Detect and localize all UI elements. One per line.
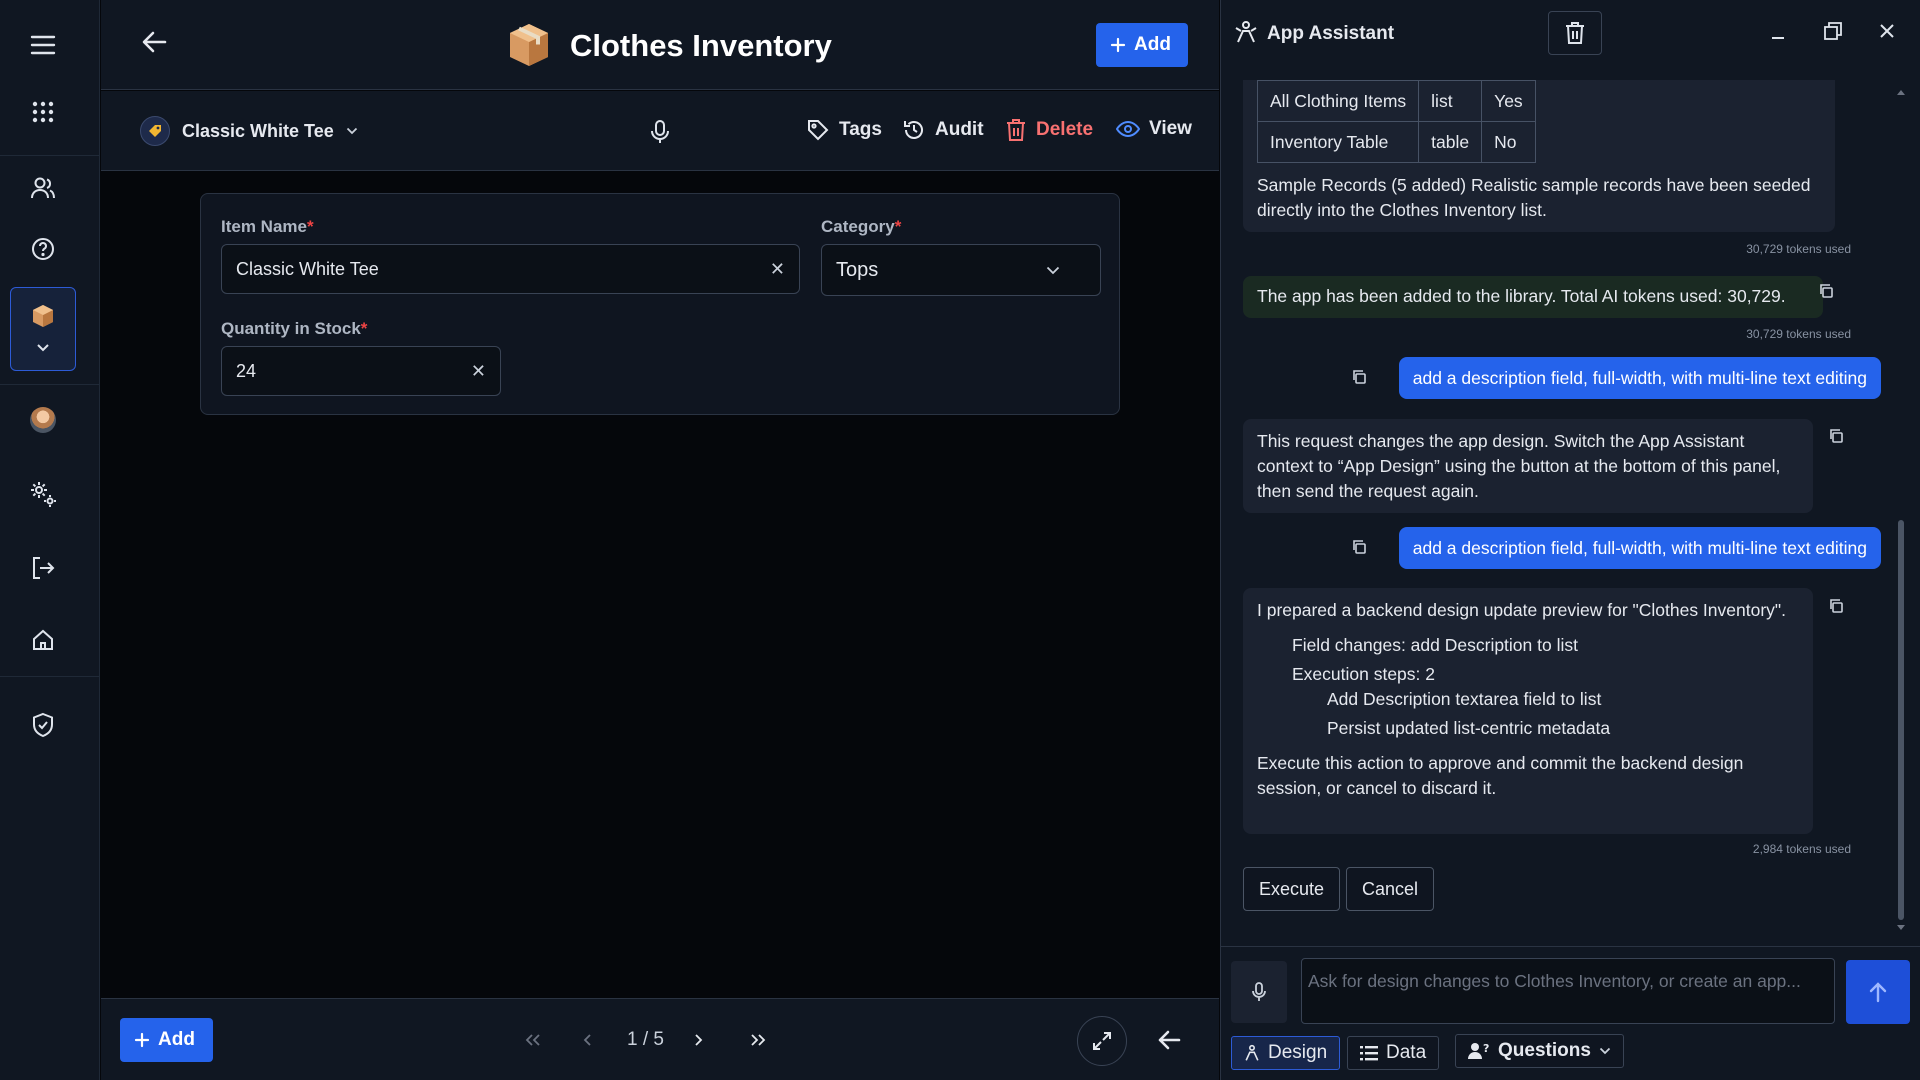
expand-icon[interactable] xyxy=(1077,1016,1127,1066)
item-name-input[interactable]: Classic White Tee ✕ xyxy=(221,244,800,294)
audit-button[interactable]: Audit xyxy=(902,118,984,142)
view-button[interactable]: View xyxy=(1116,118,1192,140)
token-count: 30,729 tokens used xyxy=(1746,242,1851,256)
app-assistant-panel: App Assistant All Clothing Items list Ye… xyxy=(1220,0,1920,1080)
token-count: 30,729 tokens used xyxy=(1746,327,1851,341)
minimize-icon[interactable] xyxy=(1770,24,1786,40)
main-content: Clothes Inventory Add Classic White Tee … xyxy=(101,0,1219,1080)
table-row: All Clothing Items list Yes xyxy=(1256,80,1536,122)
tag-icon xyxy=(140,116,170,146)
avatar[interactable] xyxy=(25,402,61,438)
tab-design[interactable]: Design xyxy=(1231,1036,1341,1070)
chevron-down-icon xyxy=(346,127,357,135)
assistant-message: This request changes the app design. Swi… xyxy=(1243,419,1813,513)
user-message: add a description field, full-width, wit… xyxy=(1398,527,1881,569)
microphone-button[interactable] xyxy=(1231,961,1287,1023)
chevron-down-icon xyxy=(1046,266,1060,274)
back-arrow-icon[interactable] xyxy=(1157,1029,1181,1051)
home-icon[interactable] xyxy=(25,622,61,658)
tag-outline-icon xyxy=(808,120,829,141)
prev-page-icon[interactable] xyxy=(583,1033,593,1047)
chevron-down-icon xyxy=(1599,1047,1611,1055)
shield-check-icon[interactable] xyxy=(25,707,61,743)
microphone-icon xyxy=(1252,982,1266,1001)
users-icon[interactable] xyxy=(25,170,61,206)
assistant-message: I prepared a backend design update previ… xyxy=(1243,588,1813,834)
tab-data[interactable]: Data xyxy=(1347,1036,1440,1070)
assistant-title: App Assistant xyxy=(1267,23,1395,44)
first-page-icon[interactable] xyxy=(524,1033,542,1047)
eye-icon xyxy=(1116,120,1140,138)
logout-icon[interactable] xyxy=(25,550,61,586)
app-header: Clothes Inventory Add xyxy=(101,0,1219,90)
help-circle-icon[interactable] xyxy=(25,231,61,267)
copy-icon[interactable] xyxy=(1828,598,1844,614)
copy-icon[interactable] xyxy=(1351,369,1367,385)
svg-text:?: ? xyxy=(1483,1042,1489,1055)
footer-add-button[interactable]: Add xyxy=(120,1018,213,1062)
views-table: All Clothing Items list Yes Inventory Ta… xyxy=(1256,80,1536,163)
execute-button[interactable]: Execute xyxy=(1243,867,1341,911)
item-name-label: Item Name* xyxy=(221,217,314,236)
record-selector[interactable]: Classic White Tee xyxy=(140,116,358,146)
assistant-person-icon xyxy=(1235,20,1257,44)
chat-scrollbar[interactable] xyxy=(1895,82,1907,934)
cancel-button[interactable]: Cancel xyxy=(1346,867,1435,911)
questions-dropdown[interactable]: ? Questions xyxy=(1455,1034,1624,1068)
copy-icon[interactable] xyxy=(1818,283,1834,299)
category-select[interactable]: Tops xyxy=(821,244,1101,296)
assistant-message: The app has been added to the library. T… xyxy=(1243,276,1823,318)
package-box-icon xyxy=(508,22,550,68)
assistant-person-icon xyxy=(1245,1044,1259,1061)
plus-icon xyxy=(1110,37,1126,53)
last-page-icon[interactable] xyxy=(749,1033,767,1047)
trash-icon xyxy=(1007,119,1025,141)
delete-button[interactable]: Delete xyxy=(1005,118,1093,142)
record-toolbar: Classic White Tee Tags Audit Delete View xyxy=(101,91,1219,171)
record-form: Item Name* Classic White Tee ✕ Category*… xyxy=(200,193,1120,415)
close-icon[interactable] xyxy=(1879,23,1895,39)
add-button[interactable]: Add xyxy=(1096,23,1188,67)
assistant-message: All Clothing Items list Yes Inventory Ta… xyxy=(1243,80,1835,232)
assistant-input[interactable]: Ask for design changes to Clothes Invent… xyxy=(1301,958,1835,1024)
clear-icon[interactable]: ✕ xyxy=(770,259,785,280)
apps-grid-icon[interactable] xyxy=(25,94,61,130)
package-box-icon xyxy=(25,298,61,334)
clear-icon[interactable]: ✕ xyxy=(471,361,486,382)
arrow-up-icon xyxy=(1869,982,1887,1003)
message-text: Sample Records (5 added) Realistic sampl… xyxy=(1257,175,1811,220)
settings-gears-icon[interactable] xyxy=(25,476,61,512)
quantity-input[interactable]: 24 ✕ xyxy=(221,346,501,396)
copy-icon[interactable] xyxy=(1828,428,1844,444)
user-question-icon: ? xyxy=(1468,1042,1489,1059)
trash-icon xyxy=(1566,22,1584,44)
next-page-icon[interactable] xyxy=(693,1033,703,1047)
chat-log: All Clothing Items list Yes Inventory Ta… xyxy=(1221,80,1920,940)
category-label: Category* xyxy=(821,217,902,236)
microphone-icon[interactable] xyxy=(650,119,670,145)
page-indicator: 1 / 5 xyxy=(627,1029,664,1050)
table-row: Inventory Table table No xyxy=(1256,121,1536,163)
left-nav-rail xyxy=(0,0,100,1080)
record-footer: Add 1 / 5 xyxy=(101,998,1219,1080)
page-title: Clothes Inventory xyxy=(570,28,832,63)
chevron-down-icon[interactable] xyxy=(25,330,61,366)
tags-button[interactable]: Tags xyxy=(806,118,882,142)
restore-window-icon[interactable] xyxy=(1824,22,1842,40)
clear-chat-button[interactable] xyxy=(1548,11,1602,55)
history-icon xyxy=(904,121,923,139)
user-message: add a description field, full-width, wit… xyxy=(1398,357,1881,399)
quantity-label: Quantity in Stock* xyxy=(221,319,368,338)
send-button[interactable] xyxy=(1846,960,1910,1024)
hamburger-menu-icon[interactable] xyxy=(25,27,61,63)
copy-icon[interactable] xyxy=(1351,539,1367,555)
plus-icon xyxy=(134,1032,150,1048)
token-count: 2,984 tokens used xyxy=(1752,842,1851,856)
back-arrow-icon[interactable] xyxy=(141,30,167,54)
list-icon xyxy=(1360,1046,1378,1061)
